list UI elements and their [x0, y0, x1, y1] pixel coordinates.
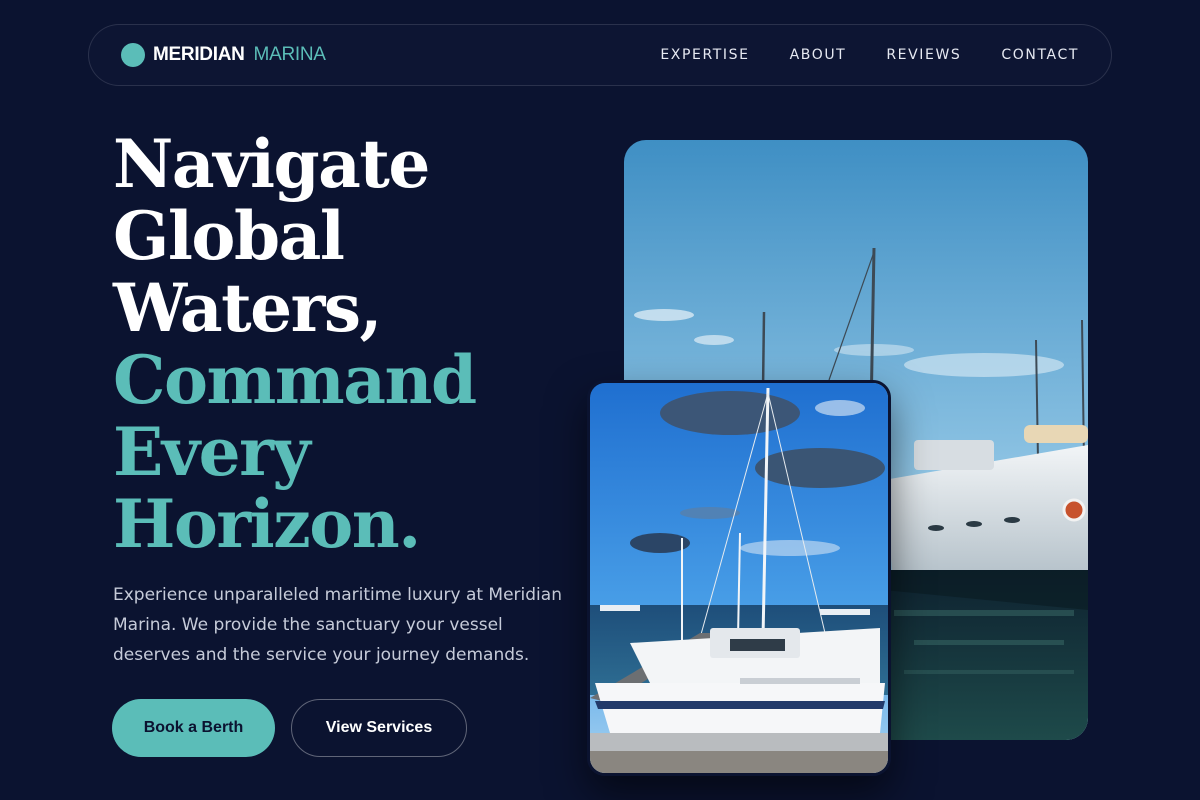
brand-logo[interactable]: MERIDIAN MARINA	[121, 43, 326, 67]
brand-dot-icon	[121, 43, 145, 67]
nav-links: EXPERTISE ABOUT REVIEWS CONTACT	[660, 47, 1079, 63]
nav-link-contact[interactable]: CONTACT	[1001, 47, 1079, 63]
view-services-button[interactable]: View Services	[291, 699, 467, 757]
sailboat-dock-image	[587, 380, 891, 776]
brand-name-secondary: MARINA	[253, 44, 326, 65]
hero-headline: Navigate Global Waters, Command Every Ho…	[113, 128, 593, 560]
book-berth-button[interactable]: Book a Berth	[112, 699, 275, 757]
nav-link-reviews[interactable]: REVIEWS	[886, 47, 961, 63]
nav-link-expertise[interactable]: EXPERTISE	[660, 47, 749, 63]
hero-description: Experience unparalleled maritime luxury …	[113, 585, 562, 665]
headline-line-accent: Horizon.	[113, 485, 421, 563]
brand-name-primary: MERIDIAN	[153, 44, 245, 65]
headline-line: Global	[113, 197, 345, 275]
headline-line-accent: Every	[113, 413, 311, 491]
nav-link-about[interactable]: ABOUT	[790, 47, 847, 63]
headline-line-accent: Command	[113, 341, 477, 419]
headline-line: Waters,	[113, 269, 383, 347]
headline-line: Navigate	[113, 125, 430, 203]
top-nav: MERIDIAN MARINA EXPERTISE ABOUT REVIEWS …	[88, 24, 1112, 86]
